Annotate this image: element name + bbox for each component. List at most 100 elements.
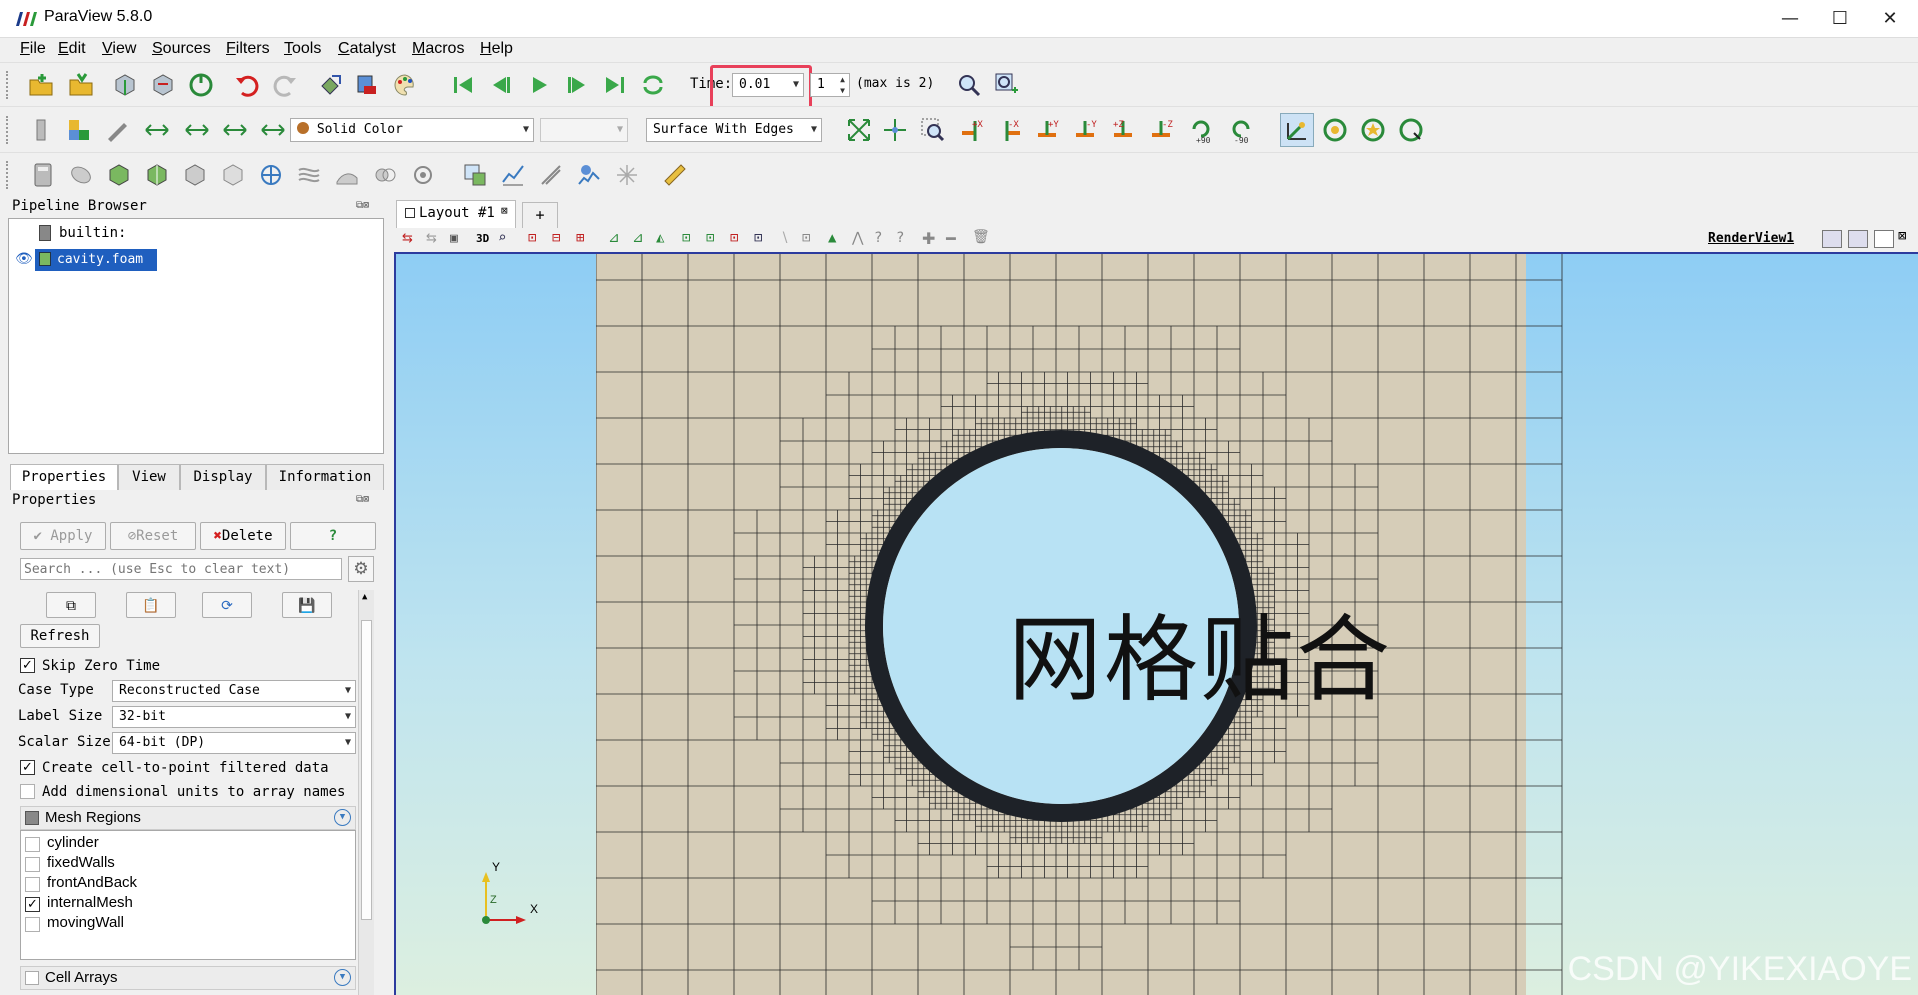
menu-tools[interactable]: Tools bbox=[284, 40, 321, 58]
maximize-button[interactable]: ☐ bbox=[1820, 6, 1860, 32]
select-cells-icon[interactable]: ⊡ bbox=[528, 230, 536, 246]
menu-catalyst[interactable]: Catalyst bbox=[338, 40, 396, 58]
zoom-selection-icon[interactable] bbox=[918, 115, 948, 145]
minimize-button[interactable]: — bbox=[1770, 6, 1810, 32]
capture-screenshot-icon[interactable]: ▣ bbox=[450, 231, 458, 246]
select-frustum-icon[interactable]: ⊿ bbox=[608, 230, 620, 246]
render-view-label[interactable]: RenderView1 bbox=[1708, 231, 1794, 246]
close-icon[interactable]: ⊠ bbox=[501, 204, 508, 217]
zoom-to-data-icon[interactable] bbox=[954, 70, 984, 100]
menu-view[interactable]: View bbox=[102, 40, 136, 58]
menu-file[interactable]: File bbox=[20, 40, 46, 58]
chevron-down-icon[interactable]: ▼ bbox=[334, 809, 351, 826]
camera-link-icon[interactable] bbox=[316, 70, 346, 100]
mesh-regions-header[interactable]: Mesh Regions ▼ bbox=[20, 806, 356, 830]
menu-edit[interactable]: Edit bbox=[58, 40, 86, 58]
pipeline-item-cavity-foam[interactable]: cavity.foam bbox=[35, 249, 157, 271]
group-datasets-icon[interactable] bbox=[370, 160, 400, 190]
first-frame-icon[interactable] bbox=[448, 70, 478, 100]
save-defaults-icon[interactable]: 💾 bbox=[282, 592, 332, 618]
panel-float-close-icons[interactable]: ⧉⊠ bbox=[356, 200, 369, 211]
color-legend-icon[interactable] bbox=[26, 115, 56, 145]
rescale-visible-icon[interactable] bbox=[258, 115, 288, 145]
chevron-down-icon[interactable]: ▼ bbox=[334, 969, 351, 986]
menu-macros[interactable]: Macros bbox=[412, 40, 464, 58]
select-all-checkbox[interactable] bbox=[25, 971, 39, 985]
screenshot-icon[interactable] bbox=[352, 70, 382, 100]
ruler-icon[interactable] bbox=[660, 160, 690, 190]
toolbar-grip[interactable] bbox=[6, 161, 12, 189]
cell-to-point-checkbox[interactable]: ✓ bbox=[20, 760, 35, 775]
show-orientation-icon[interactable] bbox=[1320, 115, 1350, 145]
rotate-minus-90-icon[interactable]: -90 bbox=[1226, 115, 1256, 145]
shrink-selection-icon[interactable]: ⊡ bbox=[802, 230, 810, 246]
case-type-combo[interactable]: Reconstructed Case ▼ bbox=[112, 680, 356, 702]
select-interactive-icon[interactable]: ⊡ bbox=[682, 230, 690, 246]
scrollbar-thumb[interactable] bbox=[361, 620, 372, 920]
mesh-region-checkbox-internalmesh[interactable]: ✓ bbox=[25, 897, 40, 912]
stream-tracer-icon[interactable] bbox=[294, 160, 324, 190]
open-recent-icon[interactable] bbox=[66, 70, 96, 100]
rescale-range-icon[interactable] bbox=[142, 115, 172, 145]
toolbar-grip[interactable] bbox=[6, 116, 12, 144]
label-size-combo[interactable]: 32-bit ▼ bbox=[112, 706, 356, 728]
play-icon[interactable] bbox=[524, 70, 554, 100]
select-frustum-points-icon[interactable]: ⊿ bbox=[632, 230, 644, 246]
refresh-button[interactable]: Refresh bbox=[20, 624, 100, 648]
extract-level-icon[interactable] bbox=[408, 160, 438, 190]
paste-parameters-icon[interactable]: 📋 bbox=[126, 592, 176, 618]
edit-colormap-icon[interactable] bbox=[64, 115, 94, 145]
timestep-spinbox[interactable]: 1 ▲ ▼ bbox=[810, 73, 850, 97]
undo-camera-icon[interactable]: ⇆ bbox=[426, 231, 437, 246]
probe-icon[interactable] bbox=[536, 160, 566, 190]
view-minus-y-icon[interactable]: -Y bbox=[1070, 115, 1100, 145]
extract-subset-icon[interactable] bbox=[218, 160, 248, 190]
select-all-checkbox[interactable] bbox=[25, 811, 39, 825]
scroll-up-icon[interactable]: ▲ bbox=[362, 592, 367, 602]
reset-center-icon[interactable] bbox=[1396, 115, 1426, 145]
rescale-temporal-icon[interactable] bbox=[220, 115, 250, 145]
pick-center-icon[interactable] bbox=[1358, 115, 1388, 145]
delete-button[interactable]: ✖Delete bbox=[200, 522, 286, 550]
copy-parameters-icon[interactable]: ⧉ bbox=[46, 592, 96, 618]
slice-icon[interactable] bbox=[142, 160, 172, 190]
mesh-region-checkbox-fixedwalls[interactable] bbox=[25, 857, 40, 872]
warp-vector-icon[interactable] bbox=[332, 160, 362, 190]
scalar-size-combo[interactable]: 64-bit (DP) ▼ bbox=[112, 732, 356, 754]
mesh-region-checkbox-frontandback[interactable] bbox=[25, 877, 40, 892]
mesh-region-checkbox-movingwall[interactable] bbox=[25, 917, 40, 932]
close-button[interactable]: ✕ bbox=[1870, 6, 1910, 32]
render-view[interactable]: 网格贴合 Y X Z CSDN @YIKEXIAOYE bbox=[394, 252, 1918, 995]
select-block-interactive-icon[interactable]: ⊡ bbox=[754, 230, 762, 246]
hover-cells-icon[interactable]: ⊡ bbox=[730, 230, 738, 246]
contour-icon[interactable] bbox=[66, 160, 96, 190]
previous-frame-icon[interactable] bbox=[486, 70, 516, 100]
glyph-icon[interactable] bbox=[256, 160, 286, 190]
add-layout-button[interactable]: + bbox=[522, 202, 558, 228]
coloring-combo[interactable]: Solid Color ▼ bbox=[290, 118, 534, 142]
view-plus-z-icon[interactable]: +Z bbox=[1108, 115, 1138, 145]
view-plus-x-icon[interactable]: +X bbox=[958, 115, 988, 145]
redo-icon[interactable] bbox=[270, 70, 300, 100]
subtract-selection-icon[interactable]: ━ bbox=[946, 229, 956, 248]
plot-over-line-icon[interactable] bbox=[498, 160, 528, 190]
help-button[interactable]: ? bbox=[290, 522, 376, 550]
view-minus-z-icon[interactable]: -Z bbox=[1146, 115, 1176, 145]
hover-points-icon[interactable]: ⊡ bbox=[706, 230, 714, 246]
last-frame-icon[interactable] bbox=[600, 70, 630, 100]
dimensional-units-checkbox[interactable] bbox=[20, 784, 35, 799]
interaction-mode-icon[interactable] bbox=[1280, 113, 1314, 147]
restore-defaults-icon[interactable]: ⟳ bbox=[202, 592, 252, 618]
component-combo[interactable]: ▼ bbox=[540, 118, 628, 142]
tab-display[interactable]: Display bbox=[180, 464, 266, 490]
reset-button[interactable]: ⊘Reset bbox=[110, 522, 196, 550]
rotate-plus-90-icon[interactable]: +90 bbox=[1186, 115, 1216, 145]
clear-selection-icon[interactable]: 🗑 bbox=[972, 229, 990, 245]
histogram-icon[interactable] bbox=[574, 160, 604, 190]
plot-data-icon[interactable] bbox=[612, 160, 642, 190]
skip-zero-time-checkbox[interactable]: ✓ bbox=[20, 658, 35, 673]
cell-arrays-header[interactable]: Cell Arrays ▼ bbox=[20, 966, 356, 990]
zoom-to-box-icon[interactable] bbox=[880, 115, 910, 145]
query-selection-icon[interactable]: ? bbox=[874, 230, 882, 246]
panel-float-close-icons[interactable]: ⧉⊠ bbox=[356, 494, 369, 505]
